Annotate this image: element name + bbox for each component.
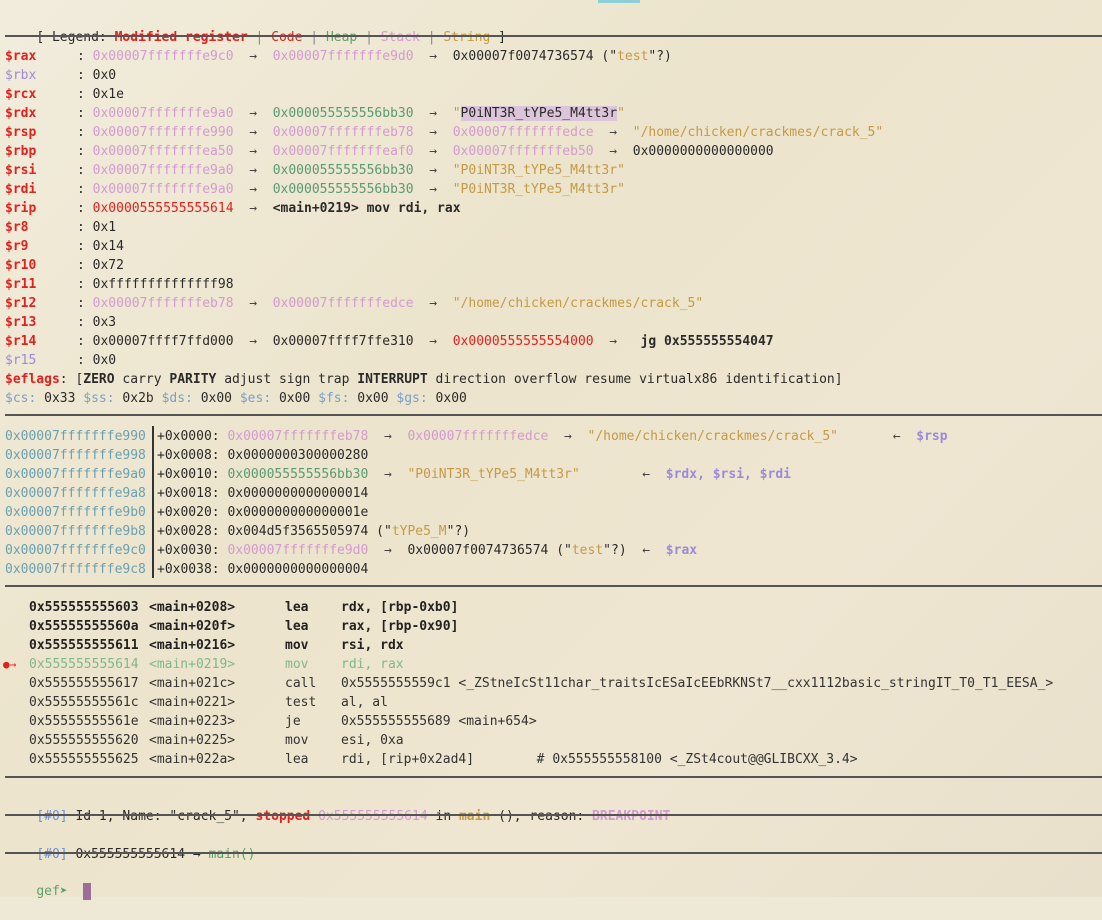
scroll-indicator: [598, 0, 640, 3]
register-r13: $r13: 0x3: [5, 315, 117, 330]
register-rdx: $rdx: 0x00007fffffffe9a0 → 0x00005555555…: [5, 106, 625, 121]
register-rsi: $rsi: 0x00007fffffffe9a0 → 0x00005555555…: [5, 163, 625, 178]
trace-line: [#0] 0x555555555614 → main(): [36, 847, 256, 862]
segments-line: $cs: 0x33 $ss: 0x2b $ds: 0x00 $es: 0x00 …: [5, 391, 467, 406]
separator-prompt: [5, 852, 1102, 854]
stack-row: 0x00007fffffffe9c8 +0x0038: 0x00000000000…: [5, 562, 369, 577]
register-r11: $r11: 0xffffffffffffff98: [5, 277, 234, 292]
thread-line: [#0] Id 1, Name: "crack_5", stopped 0x55…: [36, 809, 671, 824]
register-r12: $r12: 0x00007fffffffeb78 → 0x00007ffffff…: [5, 296, 704, 311]
stack-row: 0x00007fffffffe990 +0x0000: 0x00007ffffff…: [5, 429, 948, 444]
register-rsp: $rsp: 0x00007fffffffe990 → 0x00007ffffff…: [5, 125, 884, 140]
separator-registers: [5, 35, 1102, 37]
register-r8: $r8: 0x1: [5, 220, 117, 235]
stack-row: 0x00007fffffffe998 +0x0008: 0x00000003000…: [5, 448, 369, 463]
separator-code: [5, 585, 1102, 587]
legend-line: [ Legend: Modified register | Code | Hea…: [36, 30, 506, 45]
stack-row: 0x00007fffffffe9b0 +0x0020: 0x00000000000…: [5, 505, 369, 520]
register-rdi: $rdi: 0x00007fffffffe9a0 → 0x00005555555…: [5, 182, 625, 197]
register-r10: $r10: 0x72: [5, 258, 124, 273]
terminal-window[interactable]: [ Legend: Modified register | Code | Hea…: [0, 0, 1102, 900]
stack-row: 0x00007fffffffe9c0 +0x0030: 0x00007ffffff…: [5, 543, 698, 558]
separator-stack: [5, 414, 1102, 416]
stack-row: 0x00007fffffffe9b8 +0x0028: 0x004d5f35655…: [5, 524, 471, 539]
text-cursor: [83, 883, 92, 900]
register-rbp: $rbp: 0x00007fffffffea50 → 0x00007ffffff…: [5, 144, 774, 159]
register-rip: $rip: 0x0000555555555614 → <main+0219> m…: [5, 201, 461, 216]
register-rbx: $rbx: 0x0: [5, 68, 117, 83]
register-r9: $r9: 0x14: [5, 239, 124, 254]
separator-trace: [5, 814, 1102, 816]
stack-row: 0x00007fffffffe9a8 +0x0018: 0x00000000000…: [5, 486, 369, 501]
command-prompt[interactable]: gef➤: [5, 863, 92, 900]
separator-threads: [5, 776, 1102, 778]
register-r15: $r15: 0x0: [5, 353, 117, 368]
register-r14: $r14: 0x00007ffff7ffd000 → 0x00007ffff7f…: [5, 334, 774, 349]
stack-divider: [152, 426, 154, 578]
register-rax: $rax: 0x00007fffffffe9c0 → 0x00007ffffff…: [5, 49, 672, 64]
register-rcx: $rcx: 0x1e: [5, 87, 124, 102]
eflags-line: $eflags: [ZERO carry PARITY adjust sign …: [5, 372, 843, 387]
stack-row: 0x00007fffffffe9a0 +0x0010: 0x00005555555…: [5, 467, 791, 482]
